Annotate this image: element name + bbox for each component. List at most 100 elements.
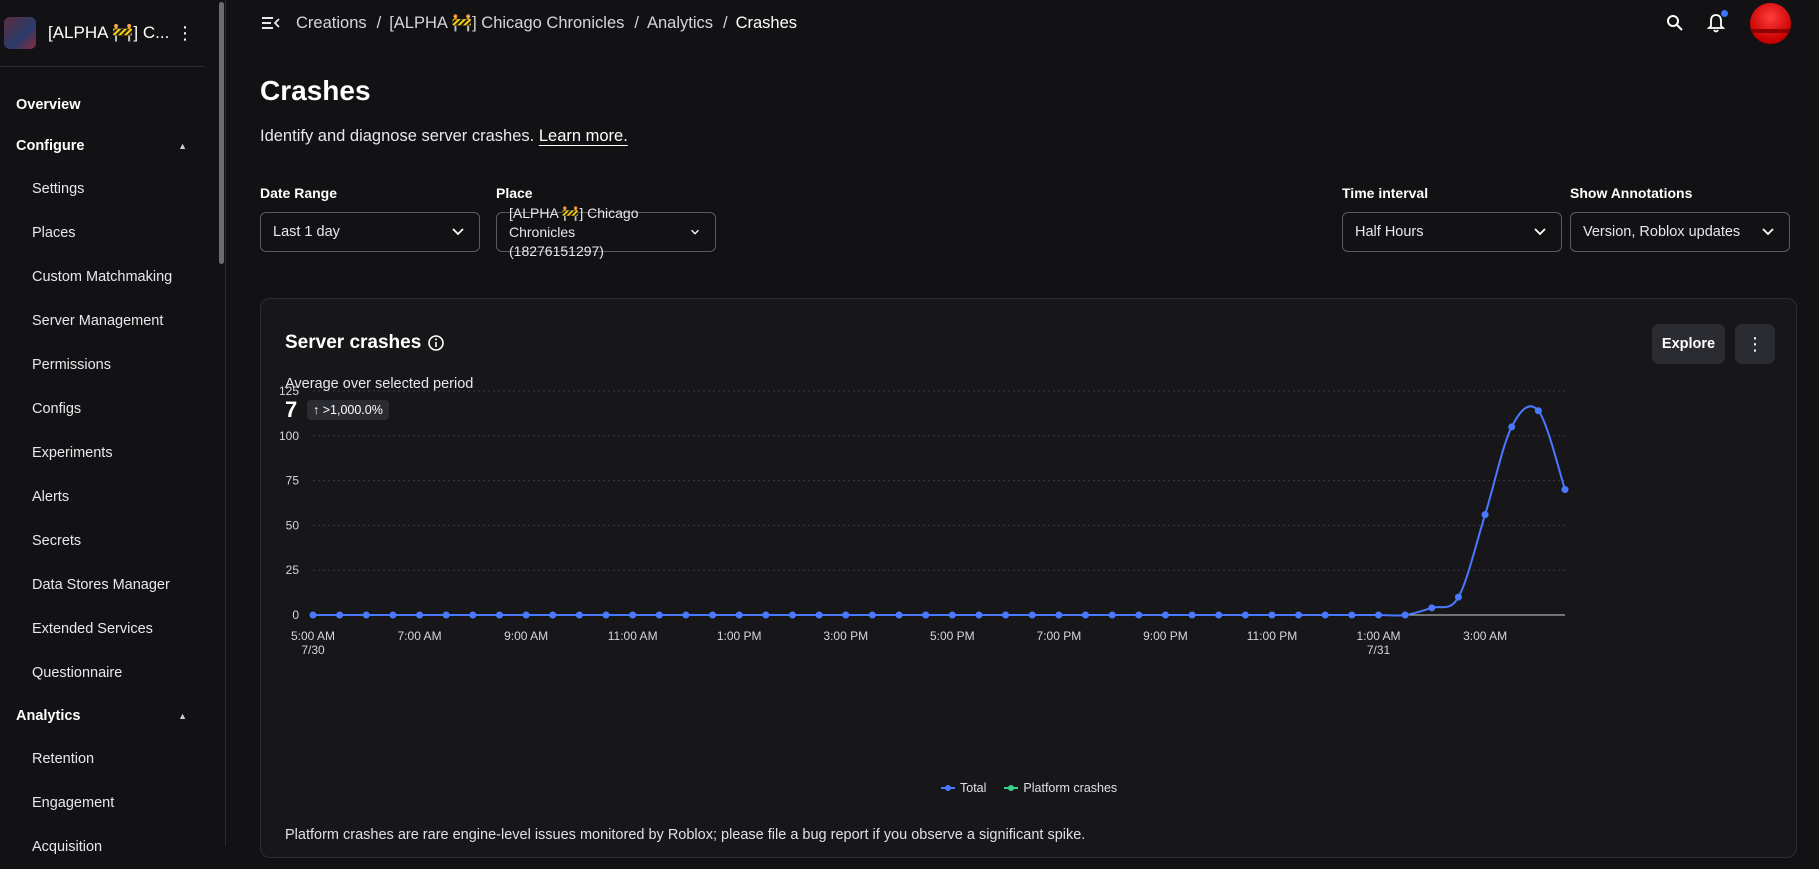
data-point-total[interactable] — [1348, 611, 1356, 619]
sidebar-item-questionnaire[interactable]: Questionnaire — [0, 651, 225, 695]
data-point-total[interactable] — [1401, 611, 1409, 619]
sidebar-scrollbar[interactable] — [219, 2, 224, 264]
data-point-total[interactable] — [788, 611, 796, 619]
data-point-total[interactable] — [1268, 611, 1276, 619]
sidebar-item-overview[interactable]: Overview — [0, 85, 225, 125]
experience-thumbnail — [4, 17, 36, 49]
x-tick-label: 1:00 AM — [1357, 629, 1401, 643]
data-point-total[interactable] — [1561, 486, 1569, 494]
sidebar-item-extended-services[interactable]: Extended Services — [0, 607, 225, 651]
data-point-total[interactable] — [575, 611, 583, 619]
time-interval-value: Half Hours — [1355, 224, 1424, 240]
data-point-total[interactable] — [948, 611, 956, 619]
breadcrumb-creations[interactable]: Creations — [296, 14, 367, 32]
legend-item-platform[interactable]: Platform crashes — [1004, 781, 1117, 795]
data-point-total[interactable] — [1188, 611, 1196, 619]
data-point-total[interactable] — [362, 611, 370, 619]
data-point-total[interactable] — [815, 611, 823, 619]
breadcrumb-separator: / — [723, 14, 728, 32]
data-point-total[interactable] — [655, 611, 663, 619]
data-point-total[interactable] — [762, 611, 770, 619]
data-point-total[interactable] — [549, 611, 557, 619]
breadcrumb-separator: / — [634, 14, 639, 32]
legend-item-total[interactable]: Total — [941, 781, 986, 795]
page-description: Identify and diagnose server crashes. Le… — [260, 127, 628, 146]
sidebar-item-configs[interactable]: Configs — [0, 387, 225, 431]
breadcrumb-analytics[interactable]: Analytics — [647, 14, 713, 32]
sidebar-section-analytics[interactable]: Analytics ▲ — [0, 695, 225, 737]
learn-more-link[interactable]: Learn more. — [539, 127, 628, 145]
data-point-total[interactable] — [336, 611, 344, 619]
time-interval-select[interactable]: Half Hours — [1342, 212, 1562, 252]
sidebar-item-places[interactable]: Places — [0, 211, 225, 255]
sidebar-item-server-management[interactable]: Server Management — [0, 299, 225, 343]
caret-up-icon: ▲ — [178, 711, 187, 721]
y-tick-label: 125 — [279, 384, 299, 398]
data-point-total[interactable] — [309, 611, 317, 619]
data-point-total[interactable] — [1481, 511, 1489, 519]
data-point-total[interactable] — [1508, 423, 1516, 431]
data-point-total[interactable] — [1375, 611, 1383, 619]
x-tick-date-label: 7/30 — [301, 643, 325, 657]
sidebar-item-acquisition[interactable]: Acquisition — [0, 825, 225, 869]
date-range-select[interactable]: Last 1 day — [260, 212, 480, 252]
data-point-total[interactable] — [1135, 611, 1143, 619]
sidebar-item-engagement[interactable]: Engagement — [0, 781, 225, 825]
breadcrumb-separator: / — [376, 14, 382, 32]
sidebar-item-secrets[interactable]: Secrets — [0, 519, 225, 563]
sidebar-item-settings[interactable]: Settings — [0, 167, 225, 211]
show-annotations-select[interactable]: Version, Roblox updates — [1570, 212, 1790, 252]
data-point-total[interactable] — [389, 611, 397, 619]
more-options-icon[interactable]: ⋮ — [175, 23, 195, 44]
y-tick-label: 25 — [286, 563, 300, 577]
data-point-total[interactable] — [1454, 593, 1462, 601]
experience-header[interactable]: [ALPHA 🚧] C... ⋮ — [0, 0, 205, 67]
data-point-total[interactable] — [922, 611, 930, 619]
sidebar-item-alerts[interactable]: Alerts — [0, 475, 225, 519]
data-point-total[interactable] — [602, 611, 610, 619]
data-point-total[interactable] — [709, 611, 717, 619]
user-avatar[interactable] — [1750, 3, 1791, 44]
search-icon[interactable] — [1666, 14, 1684, 32]
data-point-total[interactable] — [522, 611, 530, 619]
sidebar-item-data-stores-manager[interactable]: Data Stores Manager — [0, 563, 225, 607]
data-point-total[interactable] — [495, 611, 503, 619]
sidebar-section-configure[interactable]: Configure ▲ — [0, 125, 225, 167]
data-point-total[interactable] — [629, 611, 637, 619]
time-interval-label: Time interval — [1342, 185, 1429, 201]
caret-up-icon: ▲ — [178, 141, 187, 151]
data-point-total[interactable] — [682, 611, 690, 619]
data-point-total[interactable] — [1321, 611, 1329, 619]
sidebar-item-experiments[interactable]: Experiments — [0, 431, 225, 475]
chevron-down-icon — [452, 228, 464, 236]
data-point-total[interactable] — [1108, 611, 1116, 619]
data-point-total[interactable] — [442, 611, 450, 619]
data-point-total[interactable] — [735, 611, 743, 619]
data-point-total[interactable] — [1295, 611, 1303, 619]
data-point-total[interactable] — [469, 611, 477, 619]
data-point-total[interactable] — [1082, 611, 1090, 619]
data-point-total[interactable] — [1055, 611, 1063, 619]
data-point-total[interactable] — [1428, 604, 1436, 612]
breadcrumb-experience[interactable]: [ALPHA 🚧] Chicago Chronicles — [389, 14, 624, 32]
sidebar-item-custom-matchmaking[interactable]: Custom Matchmaking — [0, 255, 225, 299]
sidebar-item-retention[interactable]: Retention — [0, 737, 225, 781]
data-point-total[interactable] — [1215, 611, 1223, 619]
place-select[interactable]: [ALPHA 🚧] Chicago Chronicles (1827615129… — [496, 205, 716, 259]
data-point-total[interactable] — [1161, 611, 1169, 619]
sidebar: [ALPHA 🚧] C... ⋮ Overview Configure ▲ Sett… — [0, 0, 226, 855]
data-point-total[interactable] — [895, 611, 903, 619]
data-point-total[interactable] — [975, 611, 983, 619]
data-point-total[interactable] — [416, 611, 424, 619]
data-point-total[interactable] — [1534, 407, 1542, 415]
collapse-menu-icon[interactable] — [262, 15, 280, 31]
data-point-total[interactable] — [1002, 611, 1010, 619]
x-tick-label: 3:00 PM — [823, 629, 868, 643]
server-crashes-chart[interactable]: 0 25 50 75 100 125 5:00 AM7/30 7:00 AM 9:00 AM 11… — [261, 299, 1798, 779]
experience-title: [ALPHA 🚧] C... — [48, 23, 168, 42]
data-point-total[interactable] — [1028, 611, 1036, 619]
sidebar-item-permissions[interactable]: Permissions — [0, 343, 225, 387]
data-point-total[interactable] — [1241, 611, 1249, 619]
data-point-total[interactable] — [842, 611, 850, 619]
data-point-total[interactable] — [868, 611, 876, 619]
